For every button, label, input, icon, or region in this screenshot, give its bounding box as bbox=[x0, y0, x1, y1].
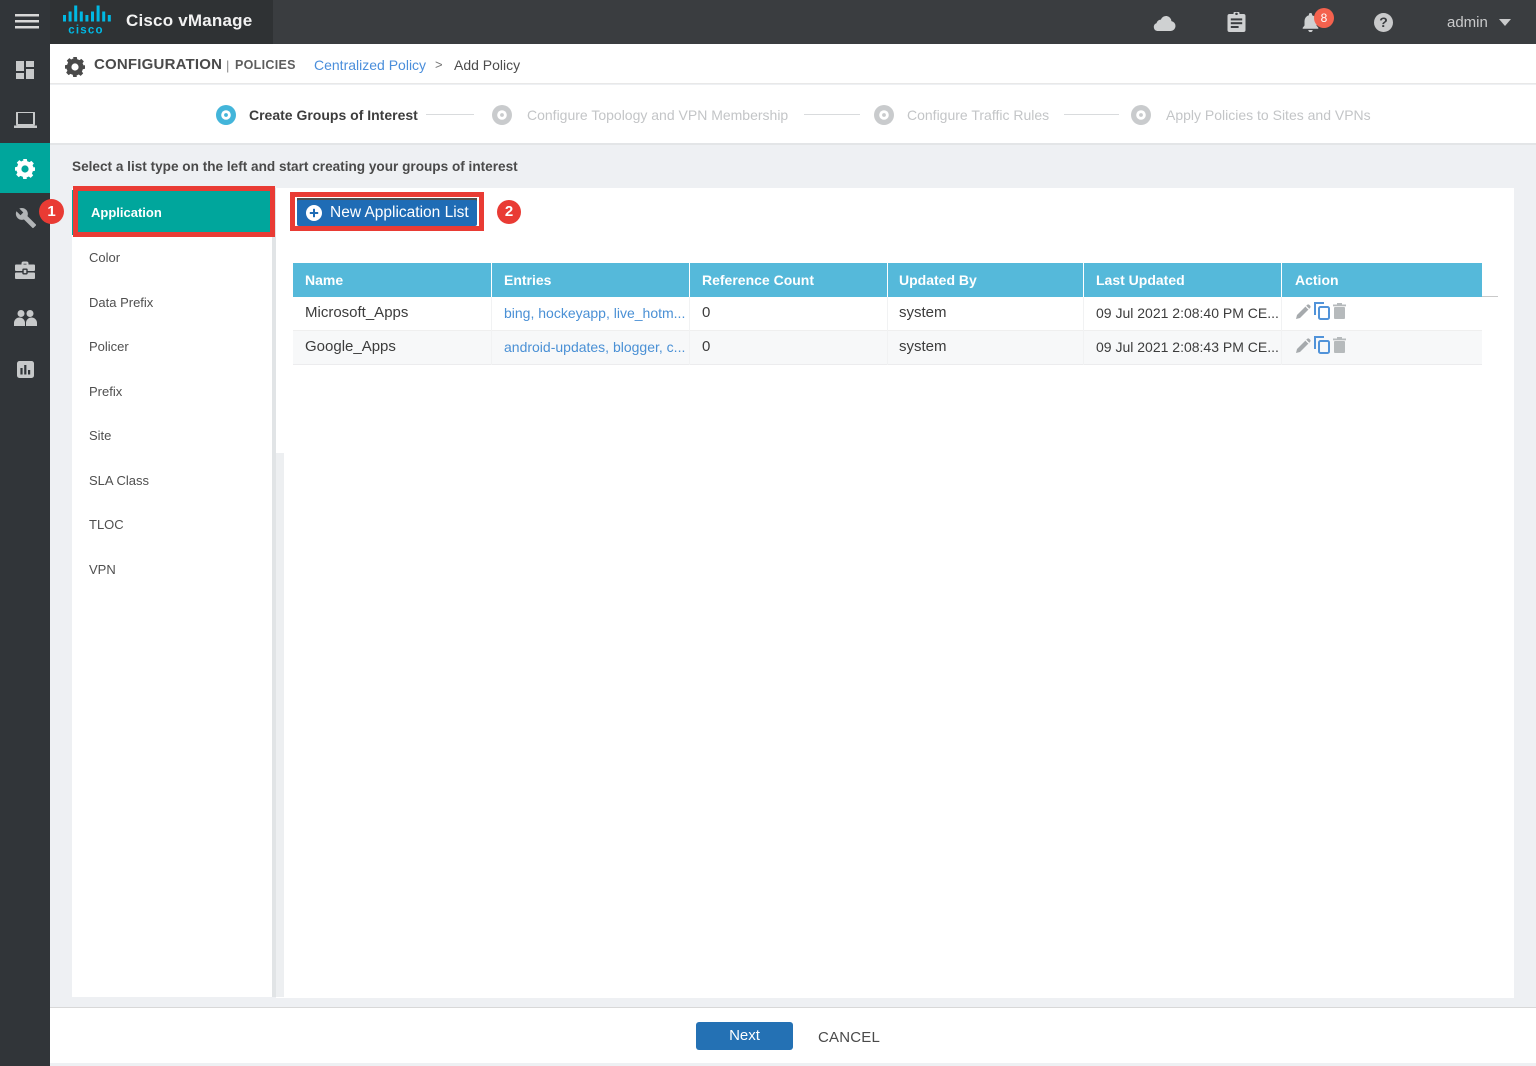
svg-text:cisco: cisco bbox=[68, 25, 103, 36]
